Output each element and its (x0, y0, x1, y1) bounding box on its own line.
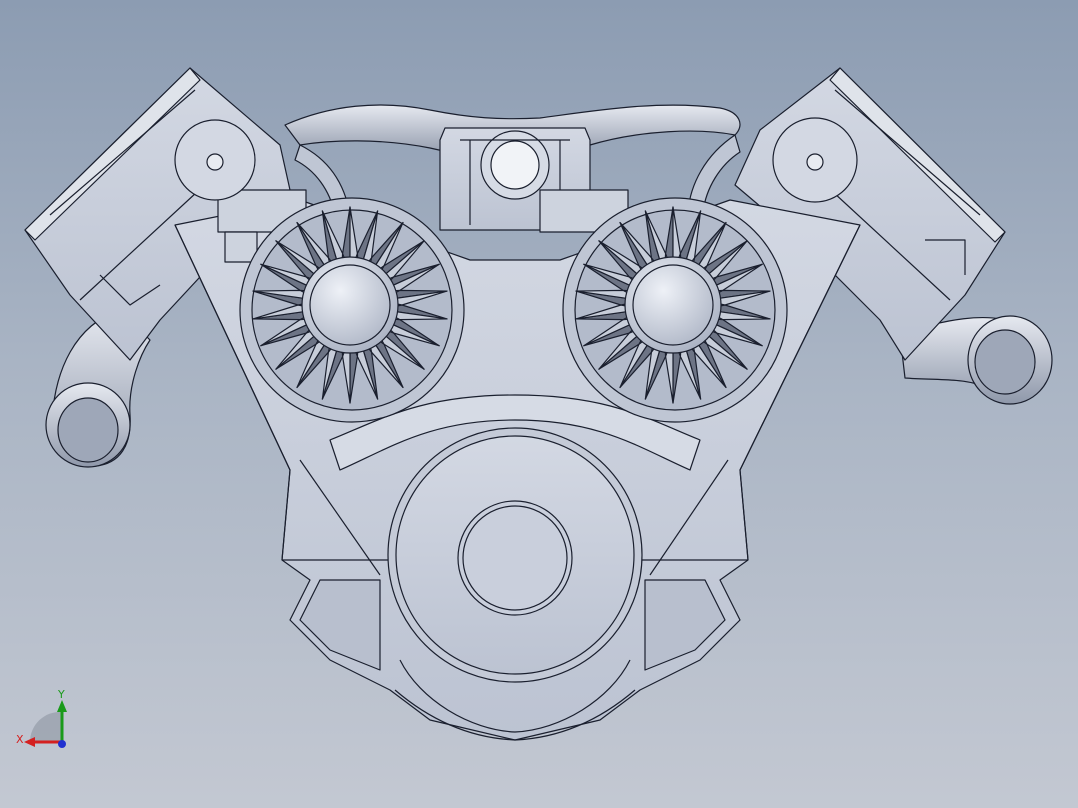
coordinate-triad (24, 700, 67, 748)
right-rocker-boss[interactable] (772, 117, 858, 203)
left-gear-hub[interactable] (301, 256, 399, 354)
engine-model[interactable] (0, 0, 1078, 808)
crank-pulley[interactable] (387, 427, 643, 683)
graphics-viewport[interactable]: X Y (0, 0, 1078, 808)
left-rocker-boss[interactable] (174, 119, 256, 201)
y-axis-label: Y (58, 688, 65, 701)
right-gear-hub[interactable] (624, 256, 722, 354)
x-axis-label: X (16, 733, 24, 746)
